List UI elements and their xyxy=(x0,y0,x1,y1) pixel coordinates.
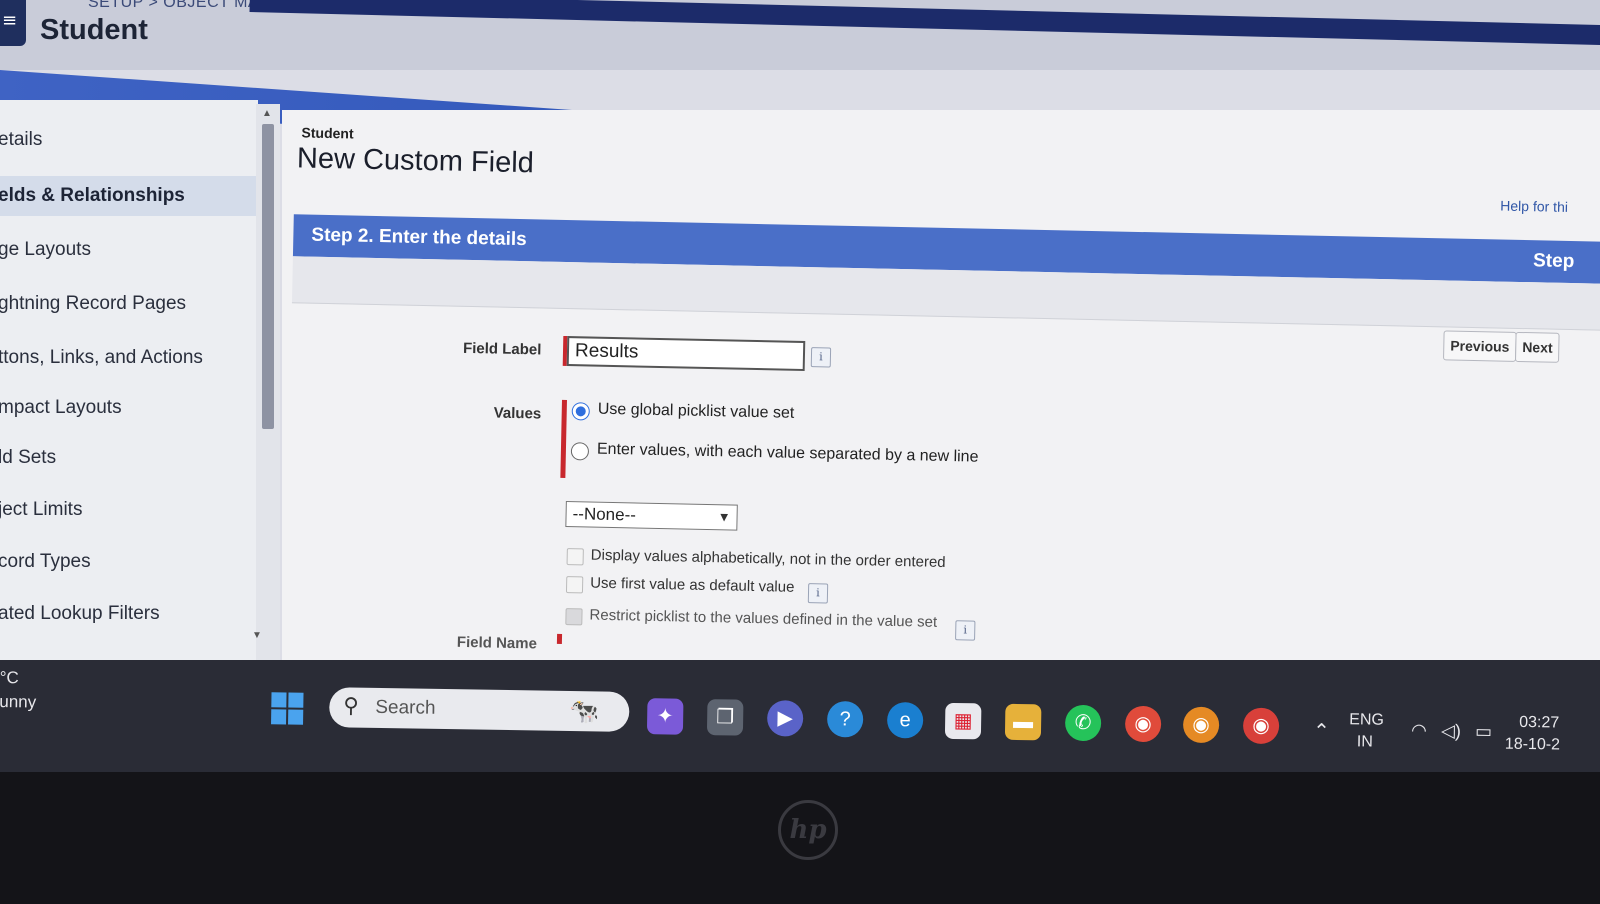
whatsapp-icon[interactable]: ✆ xyxy=(1064,704,1102,742)
sidebar-scrollbar[interactable]: ▲ ▼ xyxy=(252,104,280,660)
step-counter: Step xyxy=(1532,250,1575,273)
scroll-down-icon[interactable]: ▼ xyxy=(252,630,262,641)
menu-icon[interactable]: ≡ xyxy=(0,0,26,46)
alphabetical-checkbox[interactable] xyxy=(566,548,584,566)
edge-icon[interactable]: e xyxy=(886,701,924,739)
global-picklist-label[interactable]: Use global picklist value set xyxy=(598,401,795,423)
search-highlight-icon: 🐄 xyxy=(569,697,600,726)
alphabetical-label: Display values alphabetically, not in th… xyxy=(590,546,946,571)
sidebar-item-related-lookup-filters[interactable]: ated Lookup Filters xyxy=(0,594,258,634)
file-explorer-icon[interactable]: ▬ xyxy=(1004,703,1042,741)
battery-icon[interactable]: ▭ xyxy=(1475,721,1492,742)
default-value-label: Use first value as default value xyxy=(589,574,795,596)
clock-time[interactable]: 03:27 xyxy=(1519,714,1559,733)
field-label-label: Field Label xyxy=(462,339,542,359)
sidebar-item-compact-layouts[interactable]: mpact Layouts xyxy=(0,388,258,428)
help-link[interactable]: Help for thi xyxy=(1500,198,1568,215)
scroll-up-icon[interactable]: ▲ xyxy=(262,108,272,119)
search-icon: ⚲ xyxy=(343,694,359,718)
copilot-icon[interactable]: ✦ xyxy=(646,698,684,735)
sidebar-item-fields-relationships[interactable]: elds & Relationships xyxy=(0,176,258,216)
step-title: Step 2. Enter the details xyxy=(311,224,527,251)
search-placeholder: Search xyxy=(375,696,436,719)
sidebar-item-details[interactable]: etails xyxy=(0,120,258,160)
next-button[interactable]: Next xyxy=(1514,331,1560,363)
restrict-picklist-label: Restrict picklist to the values defined … xyxy=(589,606,938,631)
sidebar-item-buttons-links-actions[interactable]: ttons, Links, and Actions xyxy=(0,338,258,378)
main-panel: Student New Custom Field Help for thi St… xyxy=(282,110,1600,670)
taskbar-row: °C unny ⚲ Search 🐄 ✦ ❐ ▶ ? e ▦ ▬ ✆ ◉ ◉ ◉… xyxy=(0,660,1600,766)
sidebar-item-page-layouts[interactable]: ge Layouts xyxy=(0,230,258,270)
restrict-picklist-checkbox[interactable] xyxy=(565,608,583,626)
default-value-checkbox[interactable] xyxy=(565,576,584,594)
scroll-thumb[interactable] xyxy=(262,124,274,429)
sidebar-item-lightning-record-pages[interactable]: ghtning Record Pages xyxy=(0,284,258,324)
field-label-info-icon[interactable]: i xyxy=(810,347,832,368)
taskbar-search[interactable]: ⚲ Search 🐄 xyxy=(328,687,630,732)
global-picklist-radio[interactable] xyxy=(571,402,590,421)
sidebar: etails elds & Relationships ge Layouts g… xyxy=(0,100,258,660)
select-value: --None-- xyxy=(572,504,637,525)
chrome-active-icon[interactable]: ◉ xyxy=(1242,707,1280,745)
clock-date[interactable]: 18-10-2 xyxy=(1505,736,1560,755)
global-value-set-select[interactable]: --None-- ▼ xyxy=(565,501,738,531)
values-label: Values xyxy=(493,404,542,423)
sidebar-item-object-limits[interactable]: ject Limits xyxy=(0,490,258,530)
hp-logo: hp xyxy=(778,800,838,860)
store-icon[interactable]: ▦ xyxy=(944,702,982,740)
sidebar-item-field-sets[interactable]: ld Sets xyxy=(0,438,258,478)
main-content: Student New Custom Field Help for thi St… xyxy=(282,110,1600,670)
enter-values-radio[interactable] xyxy=(570,442,590,461)
task-view-icon[interactable]: ❐ xyxy=(706,699,744,736)
windows-start-icon[interactable] xyxy=(271,692,304,725)
default-value-info-icon[interactable]: i xyxy=(807,583,829,604)
field-name-required xyxy=(556,633,563,644)
chevron-down-icon: ▼ xyxy=(717,509,731,525)
chrome-icon[interactable]: ◉ xyxy=(1124,705,1162,743)
enter-values-label[interactable]: Enter values, with each value separated … xyxy=(597,441,979,467)
field-name-label: Field Name xyxy=(456,633,538,653)
field-label-input[interactable]: Results xyxy=(566,336,806,372)
values-required-indicator xyxy=(560,399,567,479)
meet-icon[interactable]: ▶ xyxy=(766,700,804,737)
restrict-info-icon[interactable]: i xyxy=(955,620,976,641)
taskbar: °C unny ⚲ Search 🐄 ✦ ❐ ▶ ? e ▦ ▬ ✆ ◉ ◉ ◉… xyxy=(0,660,1600,772)
browser-icon[interactable]: ◉ xyxy=(1182,706,1220,744)
weather-temp[interactable]: °C xyxy=(0,668,19,688)
screen: ≡ SETUP > OBJECT MANAGER Student etails … xyxy=(0,0,1600,700)
object-title: Student xyxy=(40,14,148,46)
language-region[interactable]: IN xyxy=(1357,733,1373,751)
wifi-icon[interactable]: ◠ xyxy=(1411,720,1427,741)
tray-chevron-up-icon[interactable]: ⌃ xyxy=(1313,719,1330,744)
object-crumb: Student xyxy=(301,124,354,142)
sidebar-item-record-types[interactable]: cord Types xyxy=(0,542,258,582)
page-title: New Custom Field xyxy=(296,142,535,180)
volume-icon[interactable]: ◁) xyxy=(1441,721,1461,742)
weather-condition[interactable]: unny xyxy=(0,692,36,713)
language-code[interactable]: ENG xyxy=(1349,711,1384,730)
previous-button[interactable]: Previous xyxy=(1443,330,1517,362)
help-icon[interactable]: ? xyxy=(826,701,864,738)
